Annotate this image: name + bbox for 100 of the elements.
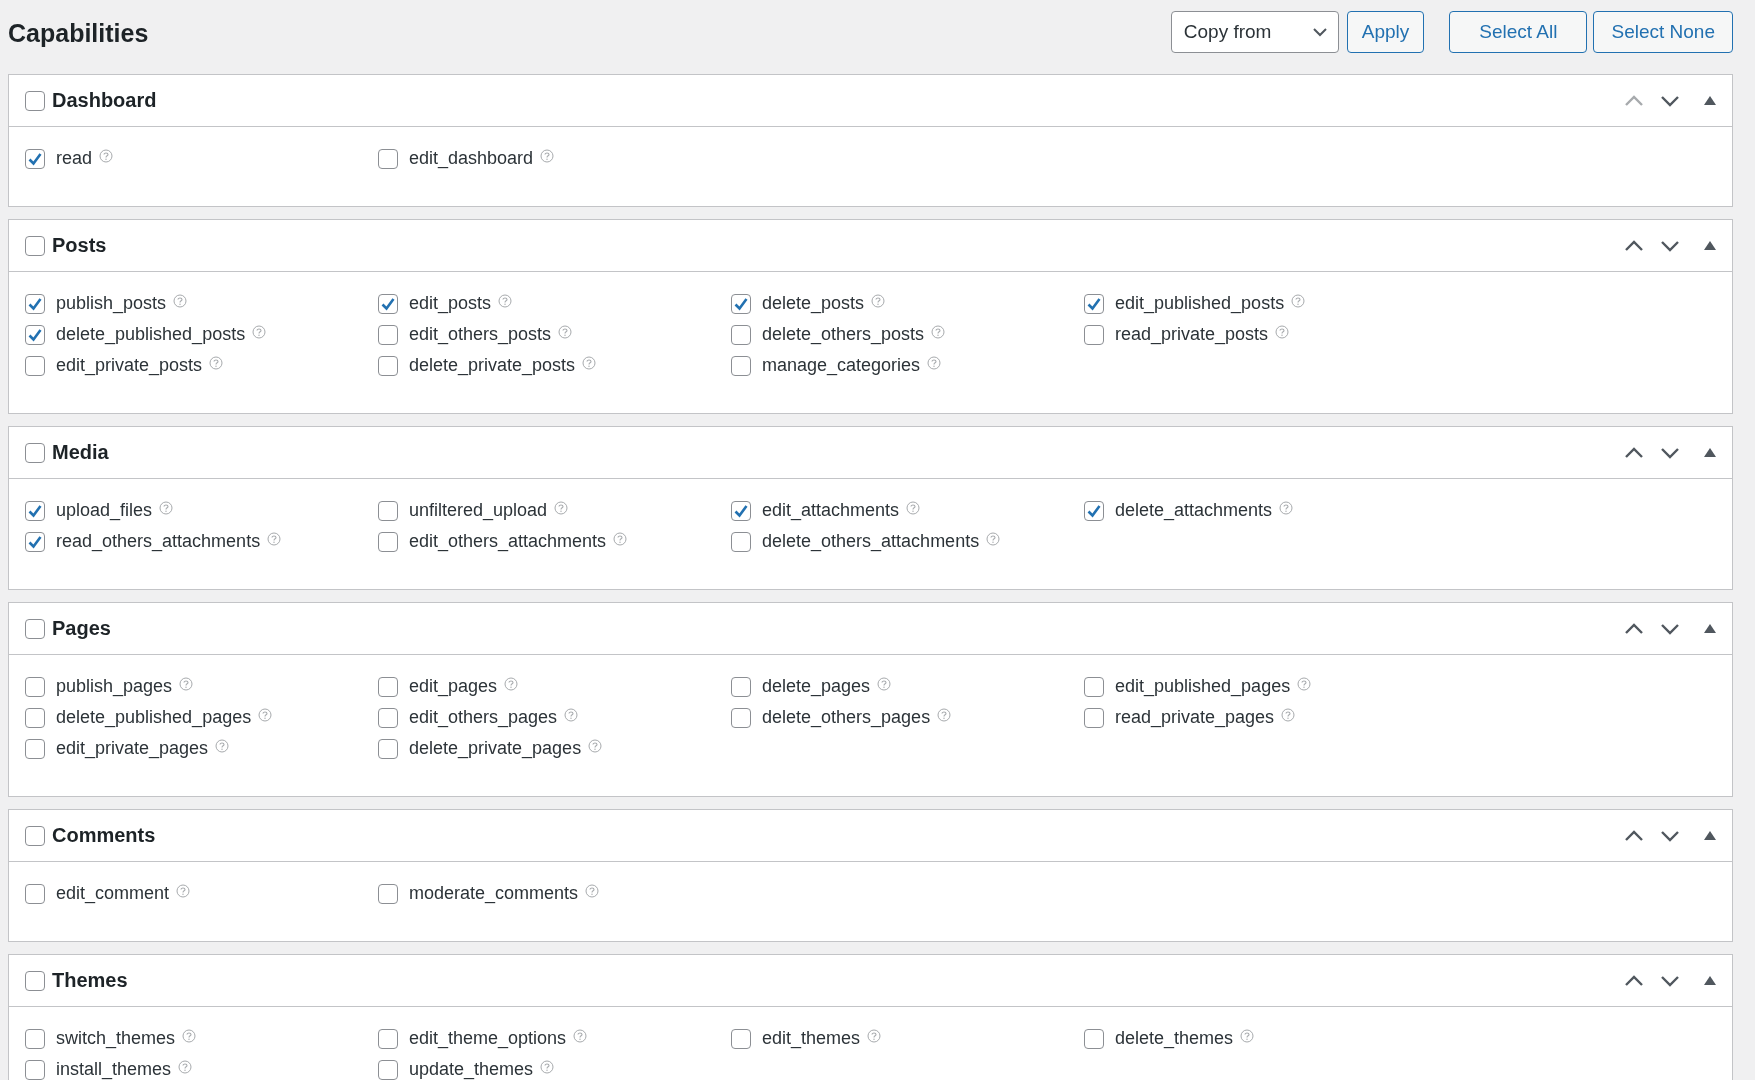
apply-button[interactable]: Apply — [1346, 11, 1425, 53]
capability-checkbox[interactable] — [378, 148, 398, 169]
capability-checkbox[interactable] — [1084, 324, 1104, 345]
move-down-icon[interactable] — [1660, 974, 1680, 987]
move-down-icon[interactable] — [1660, 829, 1680, 842]
capability-checkbox[interactable] — [25, 676, 45, 697]
collapse-icon[interactable] — [1704, 448, 1716, 457]
capability-checkbox[interactable] — [25, 707, 45, 728]
capability-checkbox[interactable] — [25, 1028, 45, 1049]
move-down-icon[interactable] — [1660, 622, 1680, 635]
help-icon[interactable] — [182, 1028, 197, 1043]
capability-checkbox[interactable] — [378, 707, 398, 728]
capability-checkbox[interactable] — [378, 293, 398, 314]
help-icon[interactable] — [267, 531, 282, 546]
capability-checkbox[interactable] — [25, 293, 45, 314]
capability-checkbox[interactable] — [378, 531, 398, 552]
move-up-icon[interactable] — [1624, 239, 1644, 252]
capability-checkbox[interactable] — [731, 324, 751, 345]
help-icon[interactable] — [564, 707, 579, 722]
collapse-icon[interactable] — [1704, 976, 1716, 985]
group-checkbox[interactable] — [25, 442, 45, 463]
help-icon[interactable] — [159, 500, 174, 515]
group-checkbox[interactable] — [25, 618, 45, 639]
help-icon[interactable] — [931, 324, 946, 339]
help-icon[interactable] — [1291, 293, 1306, 308]
collapse-icon[interactable] — [1704, 831, 1716, 840]
capability-checkbox[interactable] — [731, 355, 751, 376]
capability-checkbox[interactable] — [731, 500, 751, 521]
help-icon[interactable] — [252, 324, 267, 339]
group-checkbox[interactable] — [25, 235, 45, 256]
help-icon[interactable] — [937, 707, 952, 722]
capability-checkbox[interactable] — [25, 738, 45, 759]
help-icon[interactable] — [573, 1028, 588, 1043]
capability-checkbox[interactable] — [378, 738, 398, 759]
move-up-icon[interactable] — [1624, 622, 1644, 635]
capability-checkbox[interactable] — [1084, 500, 1104, 521]
help-icon[interactable] — [99, 148, 114, 163]
capability-checkbox[interactable] — [731, 531, 751, 552]
capability-checkbox[interactable] — [25, 324, 45, 345]
capability-checkbox[interactable] — [731, 1028, 751, 1049]
help-icon[interactable] — [877, 676, 892, 691]
select-all-button[interactable]: Select All — [1449, 11, 1588, 53]
help-icon[interactable] — [540, 1059, 555, 1074]
help-icon[interactable] — [1279, 500, 1294, 515]
collapse-icon[interactable] — [1704, 241, 1716, 250]
help-icon[interactable] — [1275, 324, 1290, 339]
group-checkbox[interactable] — [25, 90, 45, 111]
group-checkbox[interactable] — [25, 825, 45, 846]
help-icon[interactable] — [906, 500, 921, 515]
capability-checkbox[interactable] — [1084, 1028, 1104, 1049]
capability-checkbox[interactable] — [1084, 707, 1104, 728]
capability-checkbox[interactable] — [25, 883, 45, 904]
help-icon[interactable] — [179, 676, 194, 691]
capability-checkbox[interactable] — [378, 1059, 398, 1080]
capability-checkbox[interactable] — [731, 293, 751, 314]
capability-checkbox[interactable] — [25, 500, 45, 521]
help-icon[interactable] — [498, 293, 513, 308]
copy-from-select[interactable]: Copy from — [1170, 11, 1339, 53]
collapse-icon[interactable] — [1704, 624, 1716, 633]
collapse-icon[interactable] — [1704, 96, 1716, 105]
capability-checkbox[interactable] — [25, 531, 45, 552]
help-icon[interactable] — [1281, 707, 1296, 722]
help-icon[interactable] — [1297, 676, 1312, 691]
help-icon[interactable] — [554, 500, 569, 515]
help-icon[interactable] — [209, 355, 224, 370]
capability-checkbox[interactable] — [25, 1059, 45, 1080]
move-down-icon[interactable] — [1660, 94, 1680, 107]
help-icon[interactable] — [173, 293, 188, 308]
help-icon[interactable] — [558, 324, 573, 339]
capability-checkbox[interactable] — [731, 707, 751, 728]
capability-checkbox[interactable] — [378, 883, 398, 904]
help-icon[interactable] — [867, 1028, 882, 1043]
help-icon[interactable] — [585, 883, 600, 898]
capability-checkbox[interactable] — [731, 676, 751, 697]
move-up-icon[interactable] — [1624, 974, 1644, 987]
capability-checkbox[interactable] — [378, 355, 398, 376]
help-icon[interactable] — [178, 1059, 193, 1074]
move-up-icon[interactable] — [1624, 446, 1644, 459]
move-down-icon[interactable] — [1660, 446, 1680, 459]
move-up-icon[interactable] — [1624, 829, 1644, 842]
move-down-icon[interactable] — [1660, 239, 1680, 252]
help-icon[interactable] — [504, 676, 519, 691]
help-icon[interactable] — [613, 531, 628, 546]
help-icon[interactable] — [215, 738, 230, 753]
capability-checkbox[interactable] — [378, 1028, 398, 1049]
help-icon[interactable] — [986, 531, 1001, 546]
capability-checkbox[interactable] — [378, 324, 398, 345]
help-icon[interactable] — [927, 355, 942, 370]
capability-checkbox[interactable] — [1084, 293, 1104, 314]
help-icon[interactable] — [258, 707, 273, 722]
help-icon[interactable] — [1240, 1028, 1255, 1043]
capability-checkbox[interactable] — [378, 500, 398, 521]
help-icon[interactable] — [176, 883, 191, 898]
capability-checkbox[interactable] — [25, 355, 45, 376]
help-icon[interactable] — [540, 148, 555, 163]
capability-checkbox[interactable] — [25, 148, 45, 169]
capability-checkbox[interactable] — [1084, 676, 1104, 697]
group-checkbox[interactable] — [25, 970, 45, 991]
select-none-button[interactable]: Select None — [1593, 11, 1733, 53]
help-icon[interactable] — [588, 738, 603, 753]
